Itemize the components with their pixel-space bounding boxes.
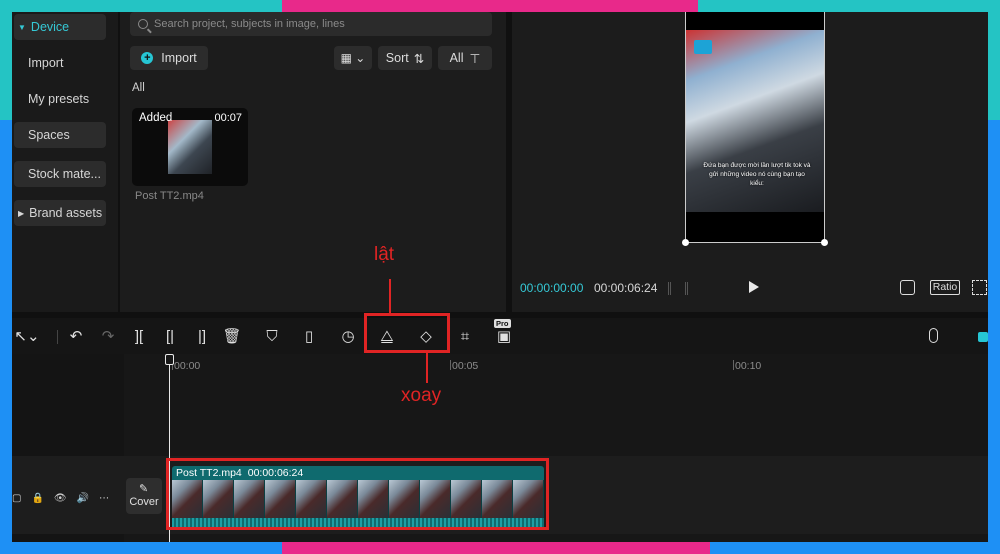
editor-window: ▼ Device Import My presets Spaces Stock …: [12, 12, 988, 542]
preview-canvas[interactable]: Đứa bạn được mời lần lượt tik tok và gửi…: [682, 12, 828, 246]
decor-frame-top-pink: [282, 0, 698, 12]
sort-button[interactable]: Sort ⇅: [378, 46, 432, 70]
section-heading: All: [132, 82, 145, 94]
sidebar-item-label: Import: [28, 56, 64, 70]
sidebar-item-label: Stock mate...: [28, 167, 101, 181]
decor-frame-right: [988, 0, 1000, 120]
cover-button[interactable]: ✎ Cover: [126, 478, 162, 514]
edit-pen-icon: ✎: [139, 483, 149, 495]
preview-caption: Đứa bạn được mời lần lượt tik tok và gửi…: [703, 162, 811, 187]
search-icon: [138, 19, 148, 29]
reverse-icon[interactable]: ◷: [338, 326, 358, 346]
filter-icon: ⊤: [469, 51, 481, 66]
volume-icon[interactable]: 🔊: [77, 493, 89, 504]
annotation-line-flip: [389, 279, 391, 313]
toggle-icon[interactable]: [978, 332, 988, 342]
ruler-tick: [733, 360, 734, 370]
media-thumbnail: [168, 120, 212, 174]
media-item-name: Post TT2.mp4: [135, 190, 204, 202]
track-controls: ▢ 🔒 👁 🔊 ⋯: [12, 493, 109, 504]
decor-frame-bottom: [0, 542, 1000, 554]
plus-icon: +: [141, 52, 154, 64]
sort-label: Sort: [385, 51, 409, 65]
current-time: 00:00:00:00: [520, 281, 584, 295]
delete-icon[interactable]: 🗑: [222, 326, 242, 346]
media-panel: Search project, subjects in image, lines…: [120, 12, 506, 312]
grid-view-icon: ▦ ⌄: [340, 51, 366, 65]
trim-left-icon[interactable]: [|: [160, 326, 180, 346]
wifi-logo-icon: [694, 40, 712, 54]
ruler-label: 00:00: [174, 360, 201, 372]
annotation-label-flip: lật: [374, 244, 395, 265]
annotation-line-rotate: [426, 353, 428, 383]
trim-right-icon[interactable]: |]: [192, 326, 212, 346]
search-input[interactable]: Search project, subjects in image, lines: [130, 12, 492, 36]
player-panel: Đứa bạn được mời lần lượt tik tok và gửi…: [512, 12, 988, 312]
sidebar-item-import[interactable]: Import: [14, 50, 106, 76]
sidebar-item-label: My presets: [28, 92, 90, 106]
decor-frame-left: [0, 0, 12, 120]
crop-frame-icon[interactable]: [900, 280, 915, 295]
sidebar-item-device[interactable]: ▼ Device: [14, 14, 106, 40]
timecode-grid-icon[interactable]: [668, 282, 688, 295]
ruler-label: 00:10: [735, 360, 762, 372]
view-mode-button[interactable]: ▦ ⌄: [334, 46, 372, 70]
import-label: Import: [161, 51, 197, 65]
filter-button[interactable]: All ⊤: [438, 46, 492, 70]
import-button[interactable]: + Import: [130, 46, 208, 70]
sidebar-item-spaces[interactable]: Spaces: [14, 122, 106, 148]
toolbar-divider: [57, 330, 58, 344]
crop-icon[interactable]: ⌗: [455, 326, 475, 346]
resize-handle-left[interactable]: [682, 239, 689, 246]
edit-toolbar: ↖⌄ ↶ ↷ ][ [| |] 🗑 ⛉ ▯ ◷ ⧋ ◇ ⌗ ▣ Pro: [12, 318, 988, 354]
pro-badge: Pro: [494, 319, 511, 328]
total-time: 00:00:06:24: [594, 281, 658, 295]
sort-icon: ⇅: [413, 51, 425, 66]
sidebar-item-my-presets[interactable]: My presets: [14, 86, 106, 112]
redo-icon[interactable]: ↷: [98, 326, 118, 346]
playhead-handle[interactable]: [165, 354, 174, 365]
annotation-label-rotate: xoay: [401, 385, 442, 406]
added-badge: Added: [139, 112, 173, 124]
cover-label: Cover: [129, 496, 159, 508]
track-toggle-icon[interactable]: ▢: [12, 493, 21, 504]
timeline-ruler[interactable]: 00:00 00:05 00:10: [124, 354, 988, 378]
lock-icon[interactable]: 🔒: [31, 493, 43, 504]
caret-right-icon: ▶: [18, 208, 25, 218]
caret-down-icon: ▼: [18, 22, 26, 32]
marker-icon[interactable]: ⛉: [262, 326, 282, 346]
fullscreen-icon[interactable]: [972, 280, 987, 295]
ruler-tick: [450, 360, 451, 370]
decor-frame-bottom-pink: [282, 542, 710, 554]
play-icon[interactable]: [749, 281, 759, 293]
media-duration: 00:07: [214, 112, 242, 124]
filter-label: All: [449, 51, 464, 65]
search-placeholder: Search project, subjects in image, lines: [154, 18, 345, 30]
decor-frame-top: [0, 0, 1000, 12]
ai-effect-icon[interactable]: ▣: [494, 326, 514, 346]
undo-icon[interactable]: ↶: [66, 326, 86, 346]
sidebar-item-label: Spaces: [28, 128, 70, 142]
more-icon[interactable]: ⋯: [99, 493, 109, 504]
media-item[interactable]: Added 00:07: [132, 108, 248, 186]
select-cursor-icon[interactable]: ↖⌄: [12, 326, 42, 346]
sidebar-item-label: Brand assets: [29, 206, 103, 220]
sidebar-item-stock-material[interactable]: Stock mate...: [14, 161, 106, 187]
eye-icon[interactable]: 👁: [54, 493, 67, 504]
annotation-box-flip-rotate: [364, 313, 450, 353]
sidebar-item-label: Device: [30, 20, 70, 34]
resize-handle-right[interactable]: [821, 239, 828, 246]
ruler-label: 00:05: [452, 360, 479, 372]
sidebar-item-brand-assets[interactable]: ▶ Brand assets: [14, 200, 106, 226]
freeze-frame-icon[interactable]: ▯: [299, 326, 319, 346]
split-icon[interactable]: ][: [129, 326, 149, 346]
ratio-button[interactable]: Ratio: [930, 280, 960, 295]
annotation-box-clip: [166, 458, 549, 530]
microphone-icon[interactable]: [929, 328, 938, 343]
sidebar: ▼ Device Import My presets Spaces Stock …: [12, 12, 118, 312]
